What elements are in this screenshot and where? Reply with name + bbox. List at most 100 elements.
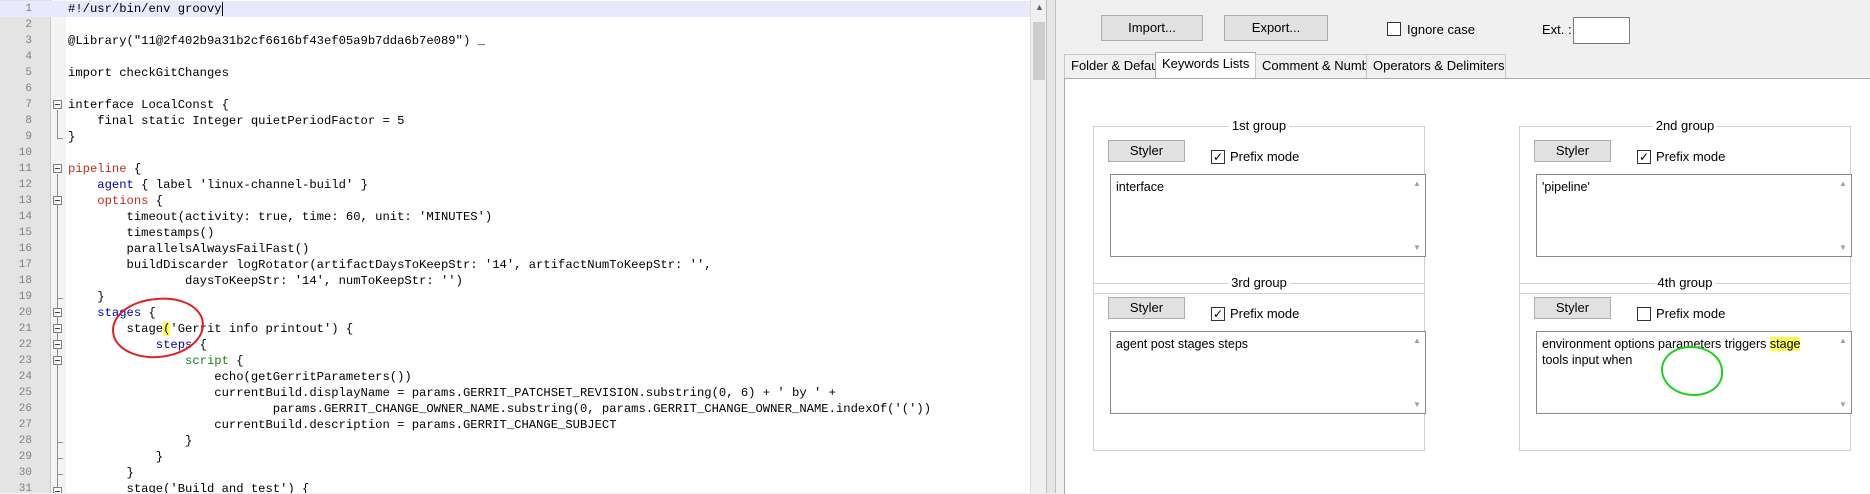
- code-line[interactable]: 6: [0, 81, 1030, 97]
- code-text[interactable]: interface LocalConst {: [68, 97, 229, 113]
- fold-toggle-icon[interactable]: [53, 324, 62, 333]
- code-line[interactable]: 16 parallelsAlwaysFailFast(): [0, 241, 1030, 257]
- scrollbar-thumb[interactable]: [1033, 22, 1045, 80]
- prefix-mode-checkbox[interactable]: [1637, 307, 1651, 321]
- editor-vertical-scrollbar[interactable]: ▲: [1030, 0, 1046, 493]
- keywords-text[interactable]: 'pipeline': [1542, 179, 1827, 195]
- code-line[interactable]: 5 import checkGitChanges: [0, 65, 1030, 81]
- styler-button[interactable]: Styler: [1108, 140, 1185, 162]
- styler-button[interactable]: Styler: [1534, 140, 1611, 162]
- code-line[interactable]: 27 currentBuild.description = params.GER…: [0, 417, 1030, 433]
- code-text[interactable]: final static Integer quietPeriodFactor =…: [68, 113, 404, 129]
- keywords-text[interactable]: agent post stages steps: [1116, 336, 1401, 352]
- code-text[interactable]: }: [68, 129, 75, 145]
- keywords-textarea[interactable]: 'pipeline' ▲ ▼: [1536, 174, 1852, 257]
- export-button[interactable]: Export...: [1224, 15, 1328, 41]
- code-text[interactable]: daysToKeepStr: '14', numToKeepStr: ''): [68, 273, 463, 289]
- scroll-up-arrow-icon[interactable]: ▲: [1413, 179, 1421, 188]
- fold-toggle-icon[interactable]: [53, 487, 62, 493]
- code-line[interactable]: 30 }: [0, 465, 1030, 481]
- code-line[interactable]: 10: [0, 145, 1030, 161]
- code-line[interactable]: 29 }: [0, 449, 1030, 465]
- code-line[interactable]: 28 }: [0, 433, 1030, 449]
- code-line[interactable]: 9}: [0, 129, 1030, 145]
- scroll-down-arrow-icon[interactable]: ▼: [1839, 243, 1847, 252]
- fold-toggle-icon[interactable]: [53, 340, 62, 349]
- code-text[interactable]: options {: [68, 193, 163, 209]
- keywords-scrollbar[interactable]: ▲ ▼: [1836, 175, 1851, 256]
- pane-splitter[interactable]: [1047, 0, 1056, 493]
- code-line[interactable]: 15 timestamps(): [0, 225, 1030, 241]
- import-button[interactable]: Import...: [1101, 15, 1203, 41]
- line-number: 17: [18, 259, 32, 271]
- line-number: 4: [25, 51, 32, 63]
- code-text[interactable]: @Library("11@2f402b9a31b2cf6616bf43ef05a…: [68, 33, 485, 49]
- code-text[interactable]: stage('Build and test') {: [68, 481, 310, 493]
- tab-keywords-lists[interactable]: Keywords Lists: [1155, 52, 1256, 78]
- code-text[interactable]: }: [68, 433, 192, 449]
- prefix-mode-checkbox[interactable]: ✓: [1211, 150, 1225, 164]
- tab-folder-default[interactable]: Folder & Default: [1064, 54, 1165, 78]
- code-line[interactable]: 1 #!/usr/bin/env groovy: [0, 1, 1030, 17]
- code-line[interactable]: 18 daysToKeepStr: '14', numToKeepStr: ''…: [0, 273, 1030, 289]
- scroll-up-arrow-icon[interactable]: ▲: [1035, 2, 1044, 12]
- code-line[interactable]: 2: [0, 17, 1030, 33]
- code-text[interactable]: }: [68, 465, 134, 481]
- fold-toggle-icon[interactable]: [53, 100, 62, 109]
- code-text[interactable]: agent { label 'linux-channel-build' }: [68, 177, 368, 193]
- code-text[interactable]: timestamps(): [68, 225, 215, 241]
- code-text[interactable]: stage('Gerrit info printout') {: [68, 321, 353, 337]
- code-text[interactable]: }: [68, 449, 163, 465]
- scroll-down-arrow-icon[interactable]: ▼: [1413, 243, 1421, 252]
- code-text[interactable]: #!/usr/bin/env groovy: [68, 1, 223, 17]
- code-text[interactable]: parallelsAlwaysFailFast(): [68, 241, 310, 257]
- code-line[interactable]: 14 timeout(activity: true, time: 60, uni…: [0, 209, 1030, 225]
- ignore-case-checkbox[interactable]: [1387, 22, 1401, 36]
- code-text[interactable]: buildDiscarder logRotator(artifactDaysTo…: [68, 257, 712, 273]
- code-text[interactable]: currentBuild.displayName = params.GERRIT…: [68, 385, 836, 401]
- code-text[interactable]: }: [68, 289, 104, 305]
- code-line[interactable]: 7 interface LocalConst {: [0, 97, 1030, 113]
- scroll-up-arrow-icon[interactable]: ▲: [1413, 336, 1421, 345]
- keywords-textarea[interactable]: agent post stages steps ▲ ▼: [1110, 331, 1426, 414]
- code-line[interactable]: 26 params.GERRIT_CHANGE_OWNER_NAME.subst…: [0, 401, 1030, 417]
- code-line[interactable]: 11 pipeline {: [0, 161, 1030, 177]
- code-line[interactable]: 31 stage('Build and test') {: [0, 481, 1030, 493]
- code-text[interactable]: echo(getGerritParameters()): [68, 369, 411, 385]
- prefix-mode-checkbox[interactable]: ✓: [1211, 307, 1225, 321]
- prefix-mode-checkbox[interactable]: ✓: [1637, 150, 1651, 164]
- code-line[interactable]: 13 options {: [0, 193, 1030, 209]
- code-line[interactable]: 8 final static Integer quietPeriodFactor…: [0, 113, 1030, 129]
- code-line[interactable]: 3 @Library("11@2f402b9a31b2cf6616bf43ef05…: [0, 33, 1030, 49]
- fold-toggle-icon[interactable]: [53, 196, 62, 205]
- keywords-scrollbar[interactable]: ▲ ▼: [1836, 332, 1851, 413]
- code-line[interactable]: 17 buildDiscarder logRotator(artifactDay…: [0, 257, 1030, 273]
- fold-toggle-icon[interactable]: [53, 164, 62, 173]
- code-text[interactable]: params.GERRIT_CHANGE_OWNER_NAME.substrin…: [68, 401, 931, 417]
- code-text[interactable]: timeout(activity: true, time: 60, unit: …: [68, 209, 493, 225]
- code-line[interactable]: 4: [0, 49, 1030, 65]
- scroll-down-arrow-icon[interactable]: ▼: [1413, 400, 1421, 409]
- code-text[interactable]: currentBuild.description = params.GERRIT…: [68, 417, 616, 433]
- styler-button[interactable]: Styler: [1534, 297, 1611, 319]
- keywords-scrollbar[interactable]: ▲ ▼: [1410, 332, 1425, 413]
- scroll-up-arrow-icon[interactable]: ▲: [1839, 336, 1847, 345]
- styler-button[interactable]: Styler: [1108, 297, 1185, 319]
- code-line[interactable]: 24 echo(getGerritParameters()): [0, 369, 1030, 385]
- ext-input[interactable]: [1573, 17, 1630, 44]
- keywords-text[interactable]: interface: [1116, 179, 1401, 195]
- tab-comment-number[interactable]: Comment & Number: [1255, 54, 1380, 78]
- keywords-scrollbar[interactable]: ▲ ▼: [1410, 175, 1425, 256]
- code-line[interactable]: 25 currentBuild.displayName = params.GER…: [0, 385, 1030, 401]
- tab-operators-delimiters[interactable]: Operators & Delimiters: [1366, 54, 1506, 78]
- scroll-up-arrow-icon[interactable]: ▲: [1839, 179, 1847, 188]
- code-line[interactable]: 12 agent { label 'linux-channel-build' }: [0, 177, 1030, 193]
- code-text[interactable]: pipeline {: [68, 161, 141, 177]
- keywords-textarea[interactable]: interface ▲ ▼: [1110, 174, 1426, 257]
- fold-toggle-icon[interactable]: [53, 308, 62, 317]
- code-text[interactable]: import checkGitChanges: [68, 65, 229, 81]
- fold-toggle-icon[interactable]: [53, 356, 62, 365]
- keywords-text-part: tools input when: [1542, 353, 1633, 367]
- scroll-down-arrow-icon[interactable]: ▼: [1839, 400, 1847, 409]
- code-editor[interactable]: 1 #!/usr/bin/env groovy 2 3 @Library("11@2f4…: [0, 0, 1047, 493]
